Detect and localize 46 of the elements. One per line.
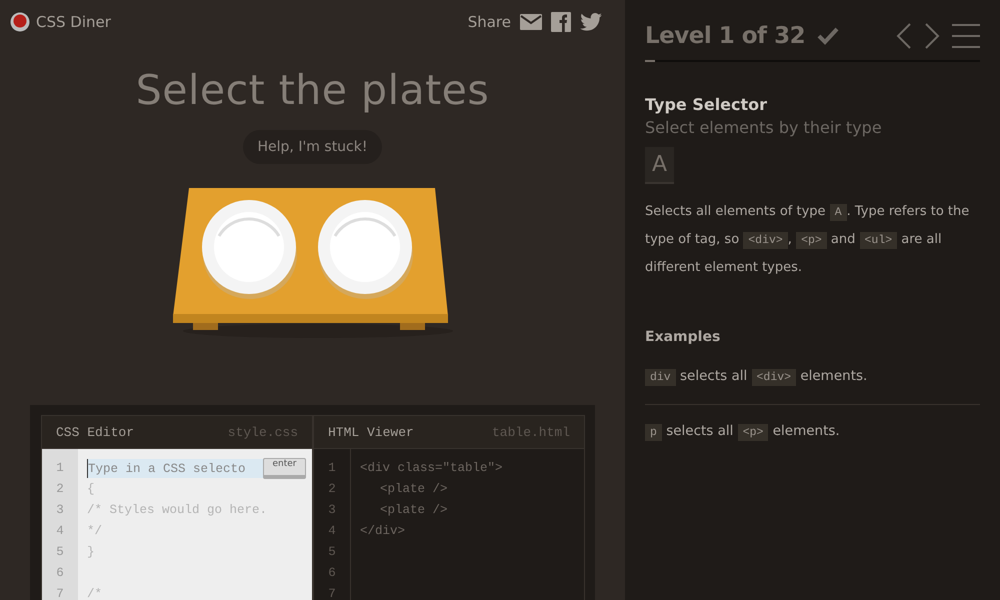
line-number: 6 — [328, 565, 336, 582]
code-line: <div class="table"> — [360, 460, 504, 477]
selector-name: Type Selector — [645, 95, 768, 114]
viewer-title: HTML Viewer — [328, 424, 414, 440]
line-number: 5 — [56, 544, 64, 561]
previous-icon[interactable] — [896, 22, 912, 50]
examples-heading: Examples — [645, 329, 722, 345]
line-number: 2 — [328, 481, 336, 498]
code-line: <plate /> — [379, 502, 449, 519]
css-selector-input[interactable]: Type in a CSS selecto — [87, 459, 266, 478]
line-number: 2 — [56, 481, 64, 498]
line-number: 7 — [56, 586, 64, 600]
twitter-icon[interactable] — [580, 13, 602, 31]
level-title: Level 1 of 32 — [645, 23, 806, 49]
mail-icon[interactable] — [520, 14, 542, 30]
code-line: } — [87, 544, 96, 561]
selector-subtitle: Select elements by their type — [645, 118, 883, 137]
enter-button[interactable]: enter — [263, 458, 306, 479]
brand-name[interactable]: CSS Diner — [36, 13, 111, 31]
line-number: 6 — [56, 565, 64, 582]
code-line: /* Styles would go here. — [87, 502, 268, 519]
line-number: 1 — [56, 460, 64, 477]
line-number: 4 — [56, 523, 64, 540]
code-line: </div> — [360, 523, 406, 540]
example-text: p selects all <p> elements. — [645, 420, 980, 444]
facebook-icon[interactable] — [551, 12, 571, 32]
editor-title: CSS Editor — [56, 424, 134, 440]
instruction-heading: Select the plates — [136, 65, 490, 116]
example-text: div selects all <div> elements. — [645, 365, 980, 389]
code-line: <plate /> — [379, 481, 449, 498]
description-text: Selects all elements of type A . Type refers to the type of tag, so <div> , <p> and <ul> are all different element types. — [645, 203, 970, 277]
share-label: Share — [468, 13, 511, 31]
code-line: */ — [87, 523, 104, 540]
line-number: 1 — [328, 460, 336, 477]
line-number: 3 — [56, 502, 64, 519]
line-number: 7 — [328, 586, 336, 600]
help-button[interactable]: Help, I'm stuck! — [242, 130, 382, 164]
code-line: /* — [87, 586, 104, 600]
line-number: 3 — [328, 502, 336, 519]
syntax-box: A — [645, 147, 674, 184]
next-icon[interactable] — [924, 22, 940, 50]
code-line: { — [87, 481, 96, 498]
line-number: 4 — [328, 523, 336, 540]
menu-icon[interactable] — [952, 24, 980, 48]
line-number: 5 — [328, 544, 336, 561]
logo-icon — [10, 12, 30, 32]
